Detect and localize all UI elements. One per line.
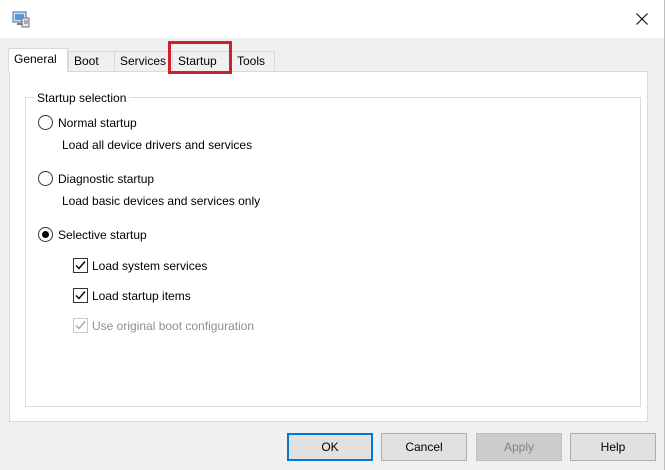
msconfig-icon <box>12 11 30 28</box>
tab-general[interactable]: General <box>8 48 68 72</box>
radio-label: Selective startup <box>58 227 147 242</box>
checkbox <box>73 318 88 333</box>
apply-button: Apply <box>476 433 562 461</box>
group-legend: Startup selection <box>34 90 130 106</box>
tab-services[interactable]: Services <box>114 51 173 70</box>
checkbox[interactable] <box>73 258 88 273</box>
ok-button[interactable]: OK <box>287 433 373 461</box>
radio-button[interactable] <box>38 115 53 130</box>
diagnostic-startup-radio[interactable]: Diagnostic startup <box>38 171 154 186</box>
title-bar <box>0 0 665 38</box>
option-description: Load basic devices and services only <box>62 194 261 208</box>
startup-selection-group: Startup selection Normal startup Load al… <box>25 90 641 407</box>
close-icon <box>636 13 648 25</box>
radio-button-selected[interactable] <box>38 227 53 242</box>
checkbox-label: Load system services <box>92 258 208 273</box>
cancel-button[interactable]: Cancel <box>381 433 467 461</box>
checkbox[interactable] <box>73 288 88 303</box>
tab-startup[interactable]: Startup <box>172 51 232 70</box>
radio-label: Diagnostic startup <box>58 171 155 186</box>
general-tab-panel: Startup selection Normal startup Load al… <box>9 71 648 422</box>
load-startup-items-checkbox[interactable]: Load startup items <box>73 288 191 303</box>
checkbox-label: Use original boot configuration <box>92 318 255 333</box>
load-system-services-checkbox[interactable]: Load system services <box>73 258 207 273</box>
tab-tools[interactable]: Tools <box>231 51 275 70</box>
radio-button[interactable] <box>38 171 53 186</box>
checkbox-label: Load startup items <box>92 288 191 303</box>
checkmark-icon <box>75 261 86 270</box>
selective-startup-radio[interactable]: Selective startup <box>38 227 147 242</box>
tab-strip: General Boot Services Startup Tools <box>8 48 648 72</box>
help-button[interactable]: Help <box>570 433 656 461</box>
checkmark-icon <box>75 321 86 330</box>
checkmark-icon <box>75 291 86 300</box>
close-button[interactable] <box>619 0 665 38</box>
option-description: Load all device drivers and services <box>62 138 253 152</box>
tab-boot[interactable]: Boot <box>68 51 115 70</box>
use-original-boot-configuration-checkbox: Use original boot configuration <box>73 318 254 333</box>
radio-label: Normal startup <box>58 115 137 130</box>
normal-startup-radio[interactable]: Normal startup <box>38 115 137 130</box>
